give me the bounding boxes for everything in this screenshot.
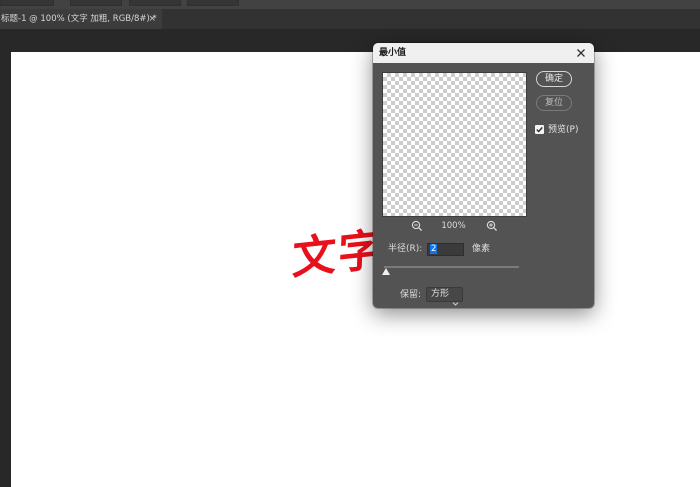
- options-bar-segment[interactable]: [187, 0, 239, 6]
- dialog-title: 最小值: [379, 48, 407, 58]
- document-tab[interactable]: 标题-1 @ 100% (文字 加粗, RGB/8#) * ×: [0, 9, 162, 29]
- radius-unit: 像素: [472, 244, 491, 254]
- minimum-filter-dialog: 最小值 100% 确定 复位 预览(P) 半径(R): 2 像素 保留: 方形: [373, 43, 594, 308]
- close-icon[interactable]: [574, 46, 588, 60]
- options-bar-segment[interactable]: [70, 0, 122, 6]
- radius-slider-track[interactable]: [384, 266, 519, 268]
- radius-value: 2: [430, 244, 438, 254]
- radius-slider-thumb[interactable]: [382, 268, 390, 275]
- reset-button[interactable]: 复位: [536, 95, 572, 111]
- preview-checkbox-label: 预览(P): [548, 125, 579, 135]
- chevron-down-icon: [452, 292, 459, 308]
- options-bar-segment[interactable]: [129, 0, 181, 6]
- zoom-in-icon[interactable]: [485, 219, 499, 233]
- document-tab-title: 标题-1 @ 100% (文字 加粗, RGB/8#) *: [1, 14, 157, 24]
- canvas-text-layer: 文字: [291, 223, 385, 286]
- photoshop-window: 标题-1 @ 100% (文字 加粗, RGB/8#) * × 文字 最小值 1…: [0, 0, 700, 487]
- checkbox-checked-icon[interactable]: [535, 125, 544, 134]
- zoom-controls: 100%: [382, 219, 525, 233]
- ok-button[interactable]: 确定: [536, 71, 572, 87]
- radius-label: 半径(R):: [388, 244, 423, 254]
- preserve-select[interactable]: 方形: [426, 287, 463, 306]
- dialog-titlebar[interactable]: 最小值: [373, 43, 594, 63]
- zoom-level: 100%: [441, 221, 466, 231]
- canvas-area: 文字: [0, 29, 700, 487]
- preserve-selected-value: 方形: [431, 289, 450, 299]
- close-icon[interactable]: ×: [148, 9, 156, 29]
- document-canvas[interactable]: 文字: [11, 52, 700, 487]
- preserve-label: 保留:: [400, 290, 422, 300]
- filter-preview[interactable]: [382, 72, 527, 217]
- document-tab-bar: 标题-1 @ 100% (文字 加粗, RGB/8#) * ×: [0, 9, 700, 29]
- options-bar-segment[interactable]: [0, 0, 54, 6]
- radius-input[interactable]: 2: [427, 243, 464, 256]
